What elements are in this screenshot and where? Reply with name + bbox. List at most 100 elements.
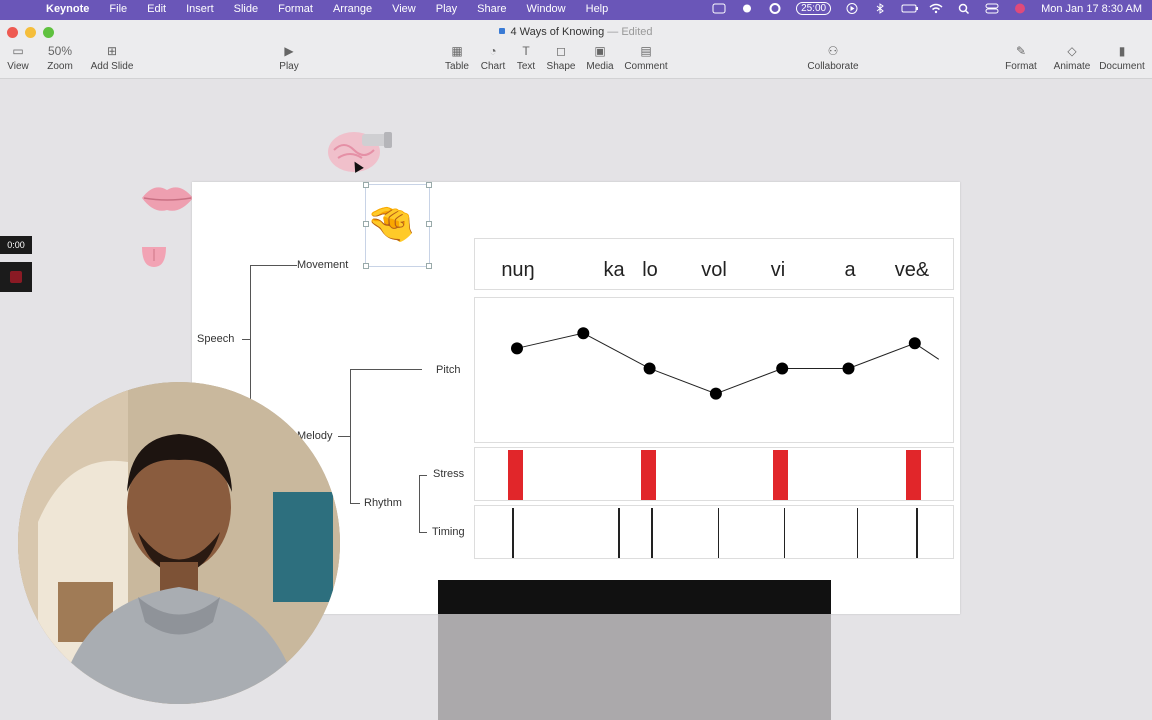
pitch-point: [776, 362, 789, 375]
media-button[interactable]: ▣ Media: [586, 44, 613, 72]
comment-icon: ▤: [640, 44, 652, 58]
pitch-contour-chart: [511, 327, 940, 400]
pitch-box[interactable]: [474, 297, 954, 443]
chart-icon: ◔: [489, 44, 497, 58]
zoom-button[interactable]: 50% Zoom: [47, 44, 73, 72]
add-slide-button[interactable]: ⊞ Add Slide: [91, 44, 134, 72]
chart-button[interactable]: ◔ Chart: [481, 44, 505, 72]
comment-button[interactable]: ▤ Comment: [624, 44, 667, 72]
pitch-point: [511, 342, 523, 355]
timer-badge[interactable]: 25:00: [796, 2, 832, 15]
creative-cloud-icon[interactable]: [768, 3, 782, 14]
recording-time: 0:00: [0, 236, 32, 254]
media-icon: ▣: [594, 44, 606, 58]
document-button[interactable]: ▮ Document: [1099, 44, 1145, 72]
pitch-line: [516, 332, 940, 395]
tongue-image[interactable]: [140, 243, 168, 271]
pitch-point: [643, 362, 656, 375]
webcam-bubble: [18, 382, 340, 704]
presenter-video: [18, 382, 340, 704]
resize-handle[interactable]: [426, 182, 432, 188]
menu-share[interactable]: Share: [477, 3, 506, 15]
resize-handle[interactable]: [426, 221, 432, 227]
menu-bar: Keynote File Edit Insert Slide Format Ar…: [0, 0, 1152, 20]
timing-tick: [618, 508, 620, 558]
menu-clock[interactable]: Mon Jan 17 8:30 AM: [1041, 3, 1142, 15]
tree-line: [250, 265, 297, 266]
document-title: 4 Ways of Knowing — Edited: [0, 26, 1152, 38]
menu-edit[interactable]: Edit: [147, 3, 166, 15]
menu-play[interactable]: Play: [436, 3, 457, 15]
timing-tick: [856, 508, 859, 558]
pitch-point: [709, 387, 722, 400]
pinching-hand-image[interactable]: 🤏: [366, 200, 416, 247]
stop-icon: [10, 271, 22, 283]
play-circle-icon[interactable]: [845, 3, 859, 14]
play-icon: ▶: [284, 44, 294, 58]
timing-tick: [783, 508, 786, 558]
play-button[interactable]: ▶ Play: [279, 44, 298, 72]
resize-handle[interactable]: [363, 263, 369, 269]
menu-window[interactable]: Window: [527, 3, 566, 15]
stress-bar: [905, 450, 921, 500]
wifi-icon[interactable]: [929, 3, 943, 14]
view-button[interactable]: ▭ View: [7, 44, 29, 72]
stress-bar: [773, 450, 789, 500]
resize-handle[interactable]: [426, 263, 432, 269]
timing-tick: [916, 508, 918, 558]
bluetooth-icon[interactable]: [873, 3, 887, 14]
collaborate-button[interactable]: ⚇ Collaborate: [807, 44, 858, 72]
menu-file[interactable]: File: [109, 3, 127, 15]
syllable-text: lo: [642, 259, 658, 281]
menu-format[interactable]: Format: [278, 3, 313, 15]
control-center-icon[interactable]: [985, 3, 999, 14]
gear-icon[interactable]: [740, 3, 754, 14]
menu-help[interactable]: Help: [586, 3, 609, 15]
syllable-text: vol: [701, 259, 727, 281]
paintbrush-icon: ✎: [1015, 44, 1027, 58]
tree-line: [350, 503, 360, 504]
battery-icon[interactable]: [901, 3, 919, 14]
add-slide-icon: ⊞: [106, 44, 118, 58]
tree-line: [338, 436, 350, 437]
format-button[interactable]: ✎ Format: [1005, 44, 1037, 72]
text-button[interactable]: T Text: [517, 44, 535, 72]
keynote-toolbar: 4 Ways of Knowing — Edited ▭ View 50% Zo…: [0, 20, 1152, 79]
menu-app-keynote[interactable]: Keynote: [46, 3, 89, 15]
edited-status: Edited: [621, 26, 653, 38]
tree-line: [350, 369, 351, 504]
syllable-text: a: [844, 259, 856, 281]
tree-line: [419, 532, 427, 533]
animate-icon: ◇: [1067, 44, 1077, 58]
tree-line: [250, 265, 251, 405]
table-button[interactable]: ▦ Table: [445, 44, 469, 72]
menu-insert[interactable]: Insert: [186, 3, 214, 15]
collaborate-icon: ⚇: [827, 44, 839, 58]
menu-list: Keynote File Edit Insert Slide Format Ar…: [46, 3, 628, 15]
tree-line: [419, 475, 420, 532]
stop-recording-button[interactable]: [0, 262, 32, 292]
search-icon[interactable]: [957, 3, 971, 15]
timing-tick: [512, 508, 514, 558]
timing-box[interactable]: [474, 505, 954, 559]
lips-image[interactable]: [140, 180, 195, 216]
shape-button[interactable]: ◻ Shape: [547, 44, 576, 72]
timing-tick: [651, 508, 653, 558]
syllable-text: vi: [770, 259, 786, 281]
siri-icon[interactable]: [1013, 3, 1027, 14]
pitch-point: [577, 327, 590, 340]
video-overlay-bar: [438, 580, 831, 614]
menu-slide[interactable]: Slide: [234, 3, 258, 15]
pitch-point: [842, 362, 855, 375]
screen-record-icon[interactable]: [712, 3, 726, 14]
stress-box[interactable]: [474, 447, 954, 501]
label-rhythm: Rhythm: [364, 497, 402, 509]
resize-handle[interactable]: [363, 182, 369, 188]
animate-button[interactable]: ◇ Animate: [1054, 44, 1091, 72]
menu-view[interactable]: View: [392, 3, 416, 15]
document-icon: ▮: [1118, 44, 1126, 58]
document-icon: [499, 28, 506, 34]
stress-bar: [640, 450, 656, 500]
menu-arrange[interactable]: Arrange: [333, 3, 372, 15]
tree-line: [419, 475, 427, 476]
